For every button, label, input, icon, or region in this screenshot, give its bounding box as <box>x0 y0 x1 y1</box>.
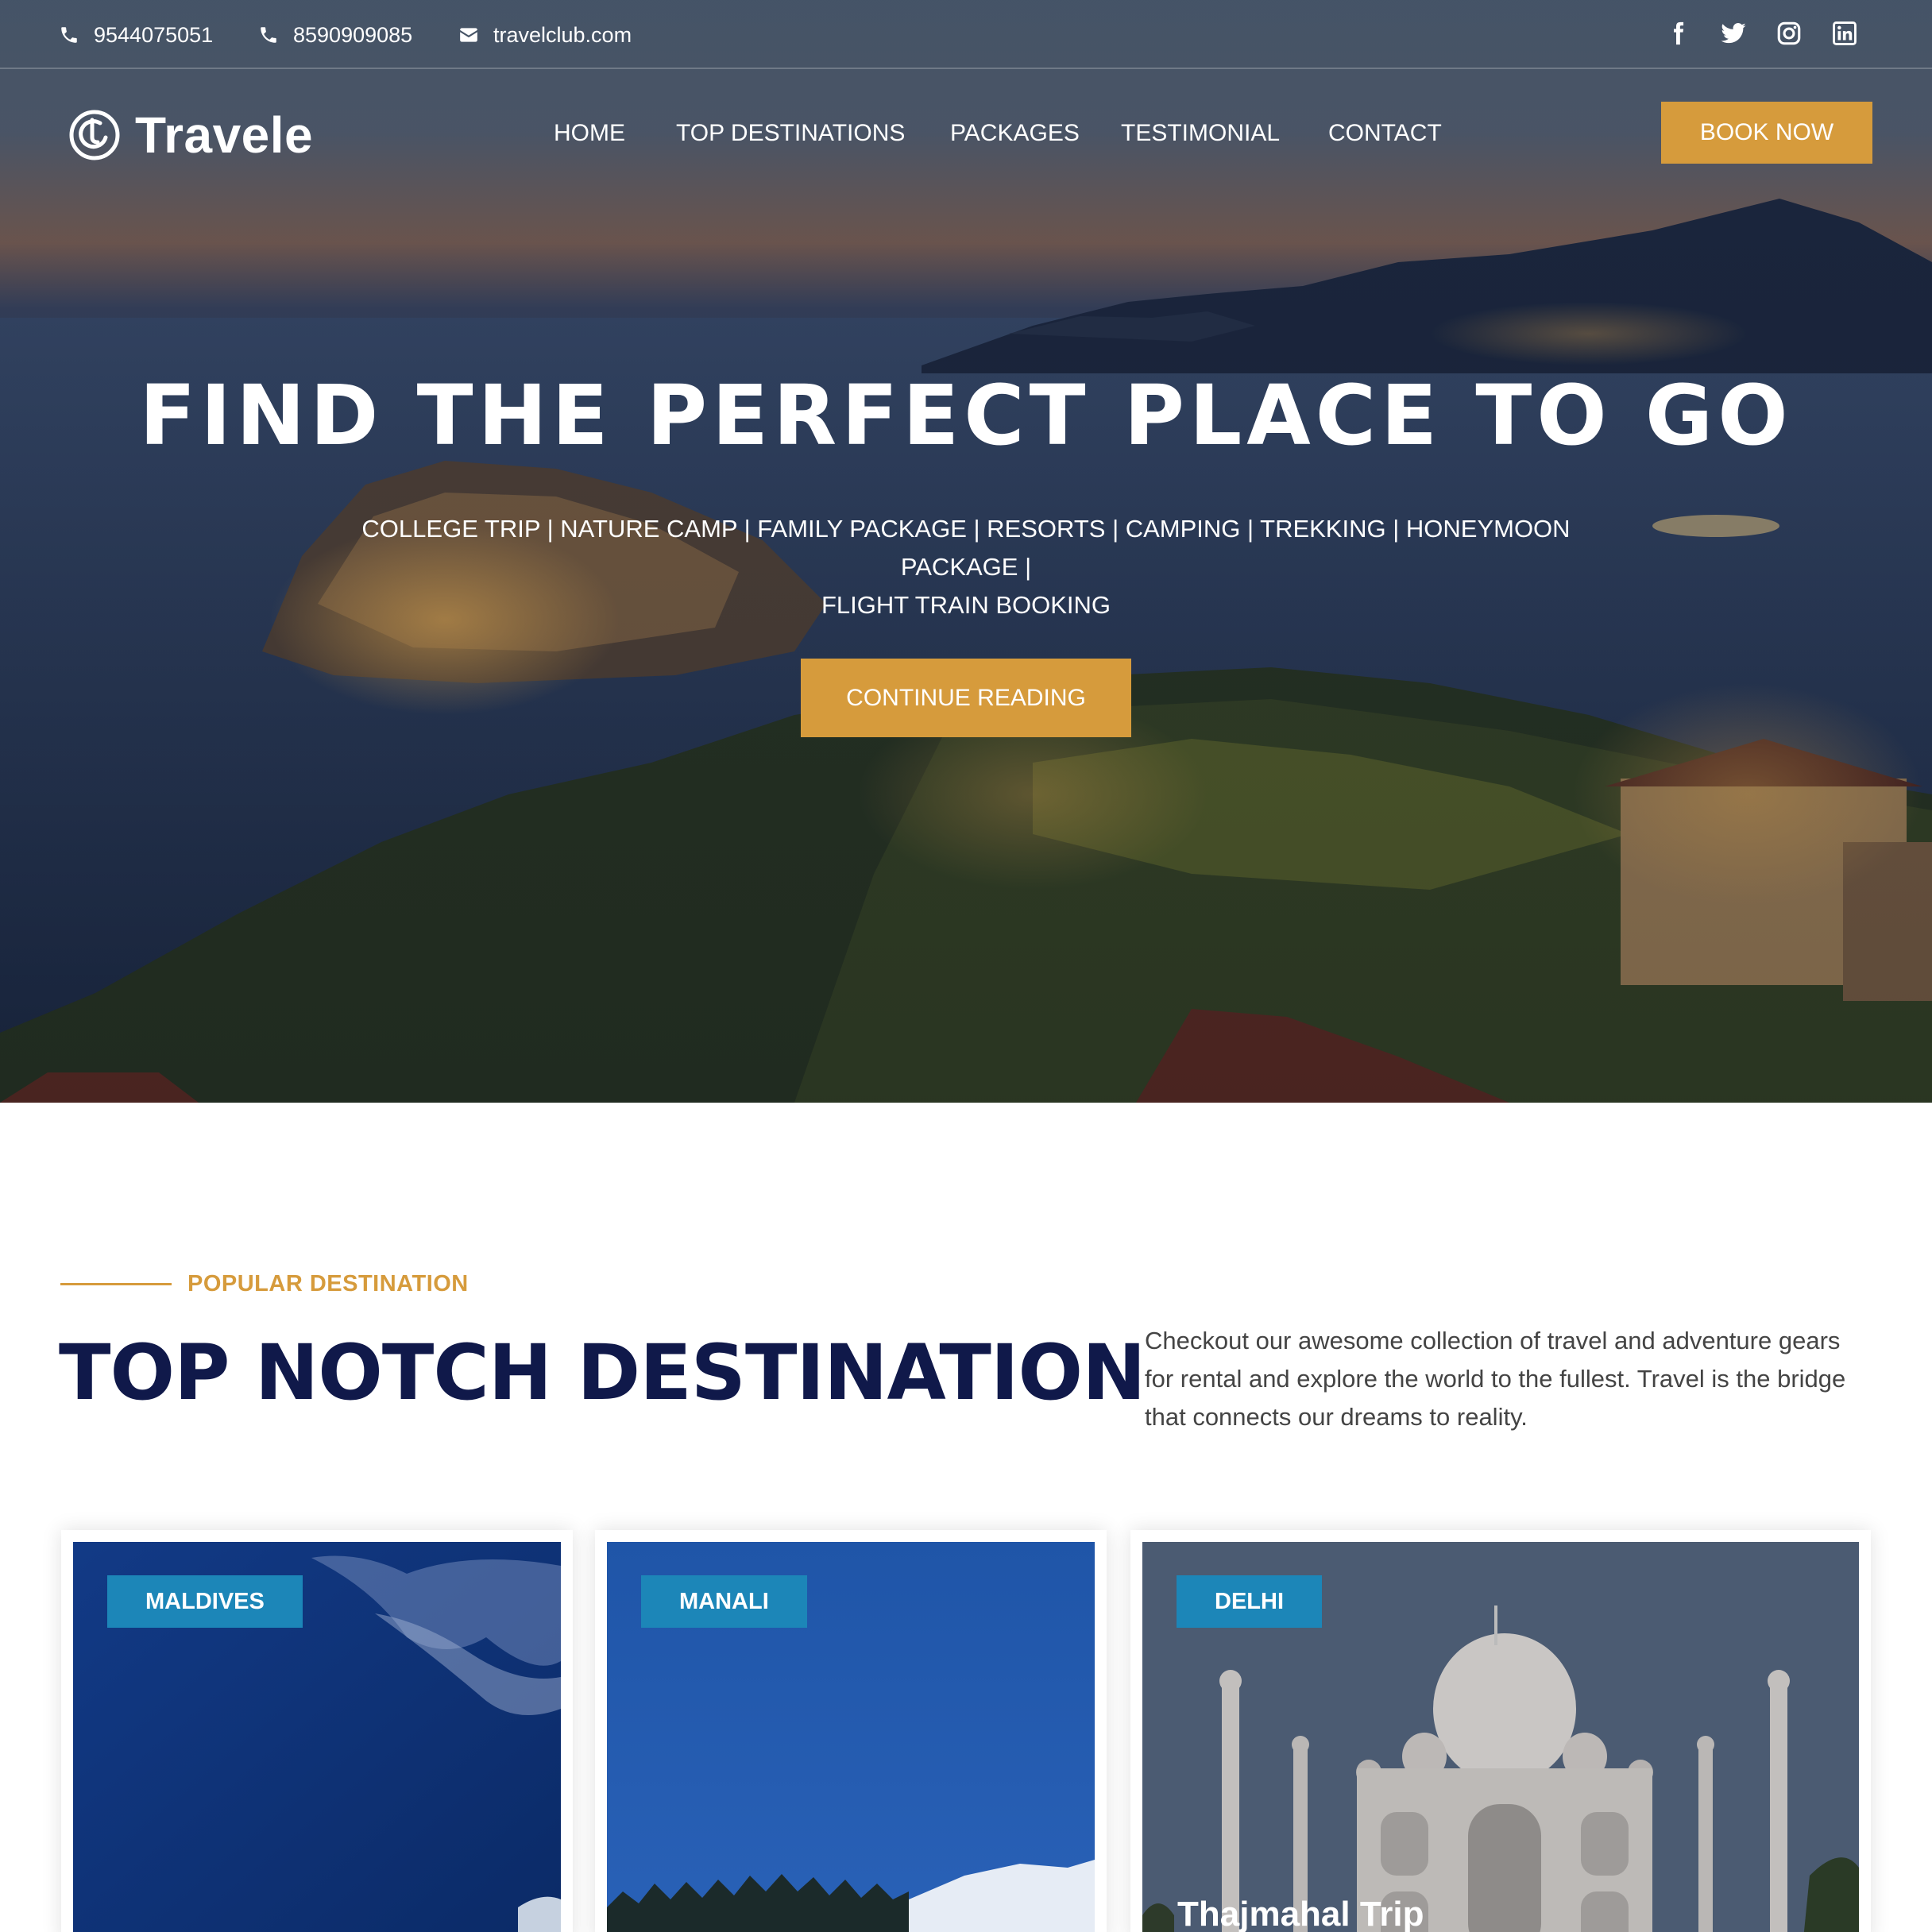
section-eyebrow: POPULAR DESTINATION <box>60 1268 469 1300</box>
continue-reading-button[interactable]: CONTINUE READING <box>801 659 1131 737</box>
phone-icon <box>261 27 276 43</box>
section-title: TOP NOTCH DESTINATION <box>59 1328 1146 1417</box>
card-tag-manali: MANALI <box>641 1575 807 1628</box>
destination-card-maldives[interactable]: MALDIVES <box>61 1530 573 1932</box>
card-image: DELHI Thajmahal Trip <box>1142 1542 1859 1932</box>
section-description: Checkout our awesome collection of trave… <box>1145 1327 1846 1431</box>
phone-number-1: 9544075051 <box>94 22 214 47</box>
book-now-button[interactable]: BOOK NOW <box>1661 102 1872 164</box>
nav-packages[interactable]: PACKAGES <box>950 118 1080 149</box>
social-links <box>1662 17 1861 49</box>
hero-subtitle: COLLEGE TRIP | NATURE CAMP | FAMILY PACK… <box>302 510 1630 624</box>
phone-contact-2[interactable]: 8590909085 <box>258 19 412 51</box>
instagram-icon[interactable] <box>1773 17 1805 49</box>
phone-contact-1[interactable]: 9544075051 <box>59 19 213 51</box>
phone-icon <box>61 27 77 43</box>
phone-number-2: 8590909085 <box>293 22 413 47</box>
hero-section: 9544075051 8590909085 travelclub.com Tra… <box>0 0 1932 1103</box>
email-contact[interactable]: travelclub.com <box>458 19 632 51</box>
facebook-icon[interactable] <box>1662 17 1694 49</box>
twitter-icon[interactable] <box>1718 17 1749 49</box>
card-image: MALDIVES <box>73 1542 561 1932</box>
nav-contact[interactable]: CONTACT <box>1328 118 1442 149</box>
eyebrow-text: POPULAR DESTINATION <box>187 1270 469 1296</box>
card-image: MANALI <box>607 1542 1095 1932</box>
nav-top-destinations[interactable]: TOP DESTINATIONS <box>676 118 905 149</box>
card-tag-delhi: DELHI <box>1177 1575 1322 1628</box>
hero-subtitle-line-1: COLLEGE TRIP | NATURE CAMP | FAMILY PACK… <box>361 515 1571 581</box>
hero-title: FIND THE PERFECT PLACE TO GO <box>139 367 1793 464</box>
destination-card-manali[interactable]: MANALI <box>595 1530 1107 1932</box>
nav-home[interactable]: HOME <box>554 118 625 149</box>
main-navigation: HOME TOP DESTINATIONS PACKAGES TESTIMONI… <box>0 118 1932 149</box>
email-address: travelclub.com <box>493 22 632 47</box>
card-tag-maldives: MALDIVES <box>107 1575 303 1628</box>
envelope-icon <box>460 28 477 42</box>
destination-card-delhi[interactable]: DELHI Thajmahal Trip <box>1130 1530 1871 1932</box>
nav-testimonial[interactable]: TESTIMONIAL <box>1121 118 1280 149</box>
top-contact-bar: 9544075051 8590909085 travelclub.com <box>0 0 1932 69</box>
linkedin-icon[interactable] <box>1829 17 1861 49</box>
eyebrow-divider <box>60 1282 172 1285</box>
hero-subtitle-line-2: FLIGHT TRAIN BOOKING <box>821 591 1111 619</box>
card-caption-delhi: Thajmahal Trip <box>1177 1895 1424 1932</box>
